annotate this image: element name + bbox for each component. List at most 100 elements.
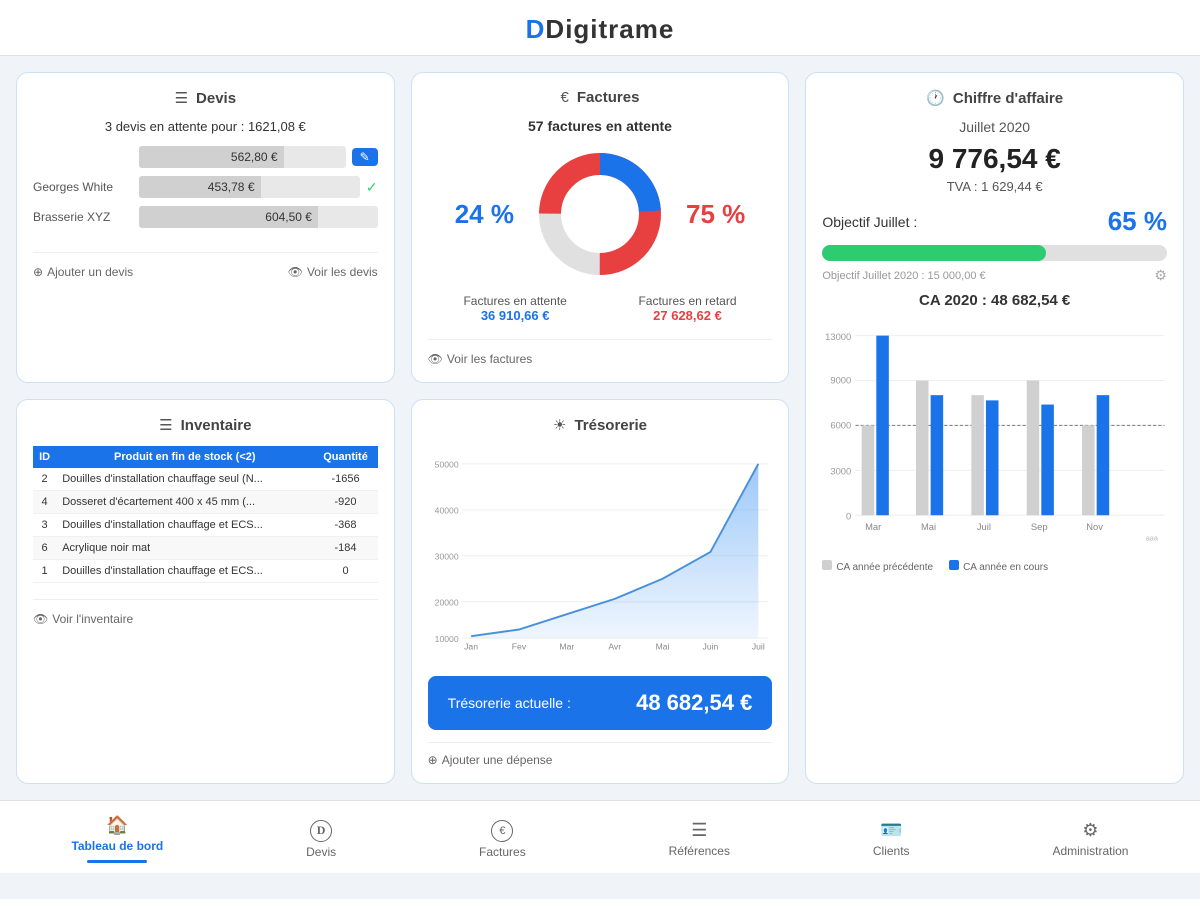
svg-text:9000: 9000 [831, 375, 852, 386]
factures-icon: € [561, 89, 569, 106]
donut-container: 24 % 75 % [428, 144, 773, 284]
app-title: DDigitrame [0, 14, 1200, 45]
table-row: 1Douilles d'installation chauffage et EC… [33, 560, 378, 583]
nav-clients[interactable]: 🪪 Clients [853, 816, 930, 862]
app-header: DDigitrame [0, 0, 1200, 56]
bar-chart-container: 13000 9000 6000 3000 0 [822, 321, 1167, 573]
plus-icon-tres: ⊕ [428, 753, 438, 767]
eye-icon: 👁 [288, 265, 303, 279]
svg-text:Fev: Fev [511, 642, 526, 652]
settings-icon-ca[interactable]: ⚙ [1154, 267, 1167, 284]
home-icon: 🏠 [106, 815, 128, 836]
ca-icon: 🕐 [926, 89, 945, 107]
devis-summary: 3 devis en attente pour : 1621,08 € [33, 119, 378, 134]
area-fill [471, 464, 758, 638]
svg-text:3000: 3000 [831, 466, 852, 477]
progress-bar-fill [822, 245, 1046, 261]
view-inventaire-button[interactable]: 👁 Voir l'inventaire [33, 612, 133, 626]
table-row: 2Douilles d'installation chauffage seul … [33, 468, 378, 491]
svg-text:0: 0 [846, 510, 851, 521]
ca-amount: 9 776,54 € [822, 143, 1167, 175]
svg-text:40000: 40000 [434, 506, 458, 516]
table-row: 4Dosseret d'écartement 400 x 45 mm (... … [33, 491, 378, 514]
nav-references[interactable]: ☰ Références [649, 816, 750, 862]
ca-objectif-row: Objectif Juillet : 65 % [822, 206, 1167, 237]
eye-icon-inv: 👁 [33, 612, 48, 626]
tresorerie-title: Trésorerie [574, 417, 647, 434]
tresorerie-svg: 50000 40000 30000 20000 10000 [428, 446, 773, 656]
ca-card: 🕐 Chiffre d'affaire Juillet 2020 9 776,5… [805, 72, 1184, 784]
svg-text:30000: 30000 [434, 552, 458, 562]
donut-right-pct: 75 % [686, 199, 745, 230]
inventaire-card: ☰ Inventaire ID Produit en fin de stock … [16, 399, 395, 784]
tresorerie-chart: 50000 40000 30000 20000 10000 [428, 446, 773, 666]
devis-item-2: Brasserie XYZ 604,50 € [33, 206, 378, 228]
donut-chart [530, 144, 670, 284]
add-depense-button[interactable]: ⊕ Ajouter une dépense [428, 753, 553, 767]
nav-administration[interactable]: ⚙ Administration [1032, 816, 1148, 862]
devis-item-0: 562,80 € ✎ [33, 146, 378, 168]
svg-text:Mai: Mai [655, 642, 669, 652]
ca-tva: TVA : 1 629,44 € [822, 179, 1167, 194]
svg-text:Mar: Mar [559, 642, 574, 652]
nav-devis[interactable]: D Devis [286, 816, 356, 863]
donut-left-pct: 24 % [455, 199, 514, 230]
devis-check-icon: ✓ [366, 179, 378, 196]
devis-edit-button[interactable]: ✎ [352, 148, 378, 166]
svg-text:Juil: Juil [752, 642, 765, 652]
devis-title: Devis [196, 90, 236, 107]
svg-text:Sep: Sep [1031, 521, 1048, 532]
inventaire-title: Inventaire [181, 417, 252, 434]
plus-icon: ⊕ [33, 265, 43, 279]
svg-text:Juin: Juin [702, 642, 718, 652]
svg-text:Juil: Juil [977, 521, 991, 532]
bar-chart: 13000 9000 6000 3000 0 [822, 321, 1167, 551]
legend-dot-curr [949, 560, 959, 570]
clients-nav-icon: 🪪 [880, 820, 902, 841]
inventaire-table: ID Produit en fin de stock (<2) Quantité… [33, 446, 378, 583]
svg-text:Mar: Mar [865, 521, 881, 532]
svg-text:Avr: Avr [608, 642, 621, 652]
factures-footer: 👁 Voir les factures [428, 339, 773, 366]
eye-icon-factures: 👁 [428, 352, 443, 366]
view-factures-button[interactable]: 👁 Voir les factures [428, 352, 533, 366]
legend-dot-prev [822, 560, 832, 570]
svg-text:20000: 20000 [434, 598, 458, 608]
tresorerie-card: ☀ Trésorerie 50000 40000 30000 20000 100… [411, 399, 790, 784]
tresorerie-footer: ⊕ Ajouter une dépense [428, 742, 773, 767]
svg-text:aaa: aaa [1146, 533, 1159, 542]
tresorerie-label: Trésorerie actuelle : [448, 695, 571, 711]
factures-nav-icon: € [491, 820, 513, 842]
tresorerie-value: 48 682,54 € [636, 690, 752, 716]
ca-2020: CA 2020 : 48 682,54 € [822, 292, 1167, 309]
factures-pending: 57 factures en attente [428, 118, 773, 134]
table-row: 3Douilles d'installation chauffage et EC… [33, 514, 378, 537]
inventaire-icon: ☰ [159, 416, 172, 434]
devis-item-1: Georges White 453,78 € ✓ [33, 176, 378, 198]
devis-footer: ⊕ Ajouter un devis 👁 Voir les devis [33, 252, 378, 279]
svg-text:Nov: Nov [1087, 521, 1104, 532]
devis-card: ☰ Devis 3 devis en attente pour : 1621,0… [16, 72, 395, 383]
inv-col-product: Produit en fin de stock (<2) [56, 446, 313, 468]
add-devis-button[interactable]: ⊕ Ajouter un devis [33, 265, 133, 279]
svg-text:Jan: Jan [464, 642, 478, 652]
chart-legend: CA année précédente CA année en cours [822, 560, 1167, 573]
inv-col-qty: Quantité [313, 446, 377, 468]
inventaire-footer: 👁 Voir l'inventaire [33, 599, 378, 626]
references-nav-icon: ☰ [691, 820, 707, 841]
legend-attente: Factures en attente 36 910,66 € [463, 294, 566, 323]
inv-col-id: ID [33, 446, 56, 468]
view-devis-button[interactable]: 👁 Voir les devis [288, 265, 378, 279]
nav-tableau-de-bord[interactable]: 🏠 Tableau de bord [51, 811, 183, 867]
factures-legend: Factures en attente 36 910,66 € Factures… [428, 294, 773, 323]
factures-card: € Factures 57 factures en attente 24 % 7… [411, 72, 790, 383]
nav-factures[interactable]: € Factures [459, 816, 546, 863]
svg-text:6000: 6000 [831, 420, 852, 431]
devis-icon: ☰ [175, 89, 188, 107]
bottom-nav: 🏠 Tableau de bord D Devis € Factures ☰ R… [0, 800, 1200, 873]
svg-text:50000: 50000 [434, 460, 458, 470]
factures-title: Factures [577, 89, 640, 106]
ca-title: Chiffre d'affaire [953, 90, 1063, 107]
main-content: ☰ Devis 3 devis en attente pour : 1621,0… [0, 56, 1200, 800]
tresorerie-icon: ☀ [553, 416, 566, 434]
